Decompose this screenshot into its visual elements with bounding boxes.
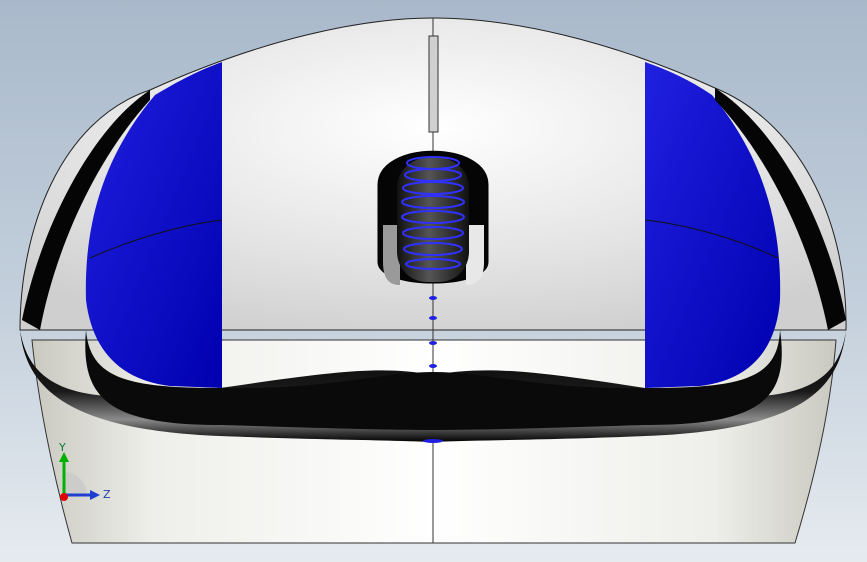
z-arrow-icon <box>90 490 100 500</box>
top-slot <box>428 35 439 133</box>
triad-quarter-arc <box>64 472 87 495</box>
x-axis-origin-icon <box>60 493 68 501</box>
right-blue-panel <box>645 62 781 388</box>
scroll-wheel[interactable] <box>397 156 469 282</box>
graphics-viewport[interactable]: Y Z <box>0 0 867 562</box>
mouse-3d-model[interactable] <box>0 0 867 562</box>
y-axis-label: Y <box>58 441 66 454</box>
left-blue-panel <box>85 62 223 388</box>
coordinate-triad: Y Z <box>58 441 111 501</box>
z-axis-label: Z <box>103 488 111 501</box>
